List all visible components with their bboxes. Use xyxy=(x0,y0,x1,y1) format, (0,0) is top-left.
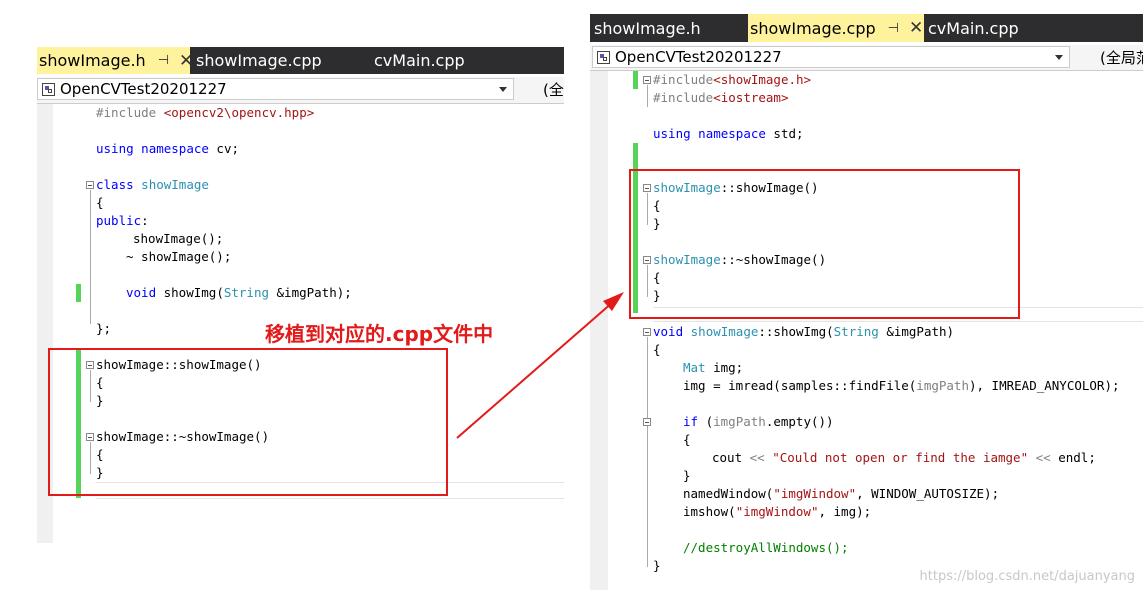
change-marker xyxy=(633,71,638,89)
tab-showimage-h[interactable]: showImage.h xyxy=(592,14,742,42)
watermark: https://blog.csdn.net/dajuanyang xyxy=(919,569,1135,584)
tab-label: showImage.cpp xyxy=(750,18,876,38)
fold-guide xyxy=(647,85,648,107)
current-line-highlight xyxy=(96,498,564,499)
collapse-icon[interactable] xyxy=(643,418,651,426)
right-navigation-bar: OpenCVTest20201227 (全局范 xyxy=(590,45,1143,71)
code-line: Mat img; xyxy=(683,360,744,375)
tab-label: showImage.h xyxy=(39,51,146,70)
close-icon[interactable]: ✕ xyxy=(179,51,193,71)
fold-guide xyxy=(90,190,91,324)
code-line: ~ showImage(); xyxy=(126,249,232,264)
collapse-icon[interactable] xyxy=(643,328,651,336)
project-dropdown-value: OpenCVTest20201227 xyxy=(60,80,227,98)
collapse-icon[interactable] xyxy=(643,76,651,84)
code-line: { xyxy=(653,342,661,357)
fold-guide xyxy=(647,337,648,567)
code-line: namedWindow("imgWindow", WINDOW_AUTOSIZE… xyxy=(683,486,1000,501)
left-highlight-box xyxy=(48,348,448,496)
current-line-highlight xyxy=(653,321,1143,322)
project-icon xyxy=(597,50,610,64)
code-line: #include<showImage.h> xyxy=(653,72,812,87)
code-line: #include<iostream> xyxy=(653,90,789,105)
code-line: void showImg(String &imgPath); xyxy=(126,285,352,300)
code-line: //destroyAllWindows(); xyxy=(683,540,849,555)
project-icon xyxy=(42,82,55,96)
tab-showimage-h[interactable]: showImage.h ⊣ ✕ xyxy=(37,47,193,74)
chevron-down-icon xyxy=(499,87,507,92)
code-line: { xyxy=(96,195,104,210)
code-line: class showImage xyxy=(96,177,209,192)
tab-showimage-cpp[interactable]: showImage.cpp xyxy=(194,47,364,74)
pin-icon[interactable]: ⊣ xyxy=(158,53,169,68)
tab-label: showImage.cpp xyxy=(196,51,322,70)
code-line: img = imread(samples::findFile(imgPath),… xyxy=(683,378,1120,393)
scope-dropdown[interactable]: (全 xyxy=(543,79,564,100)
code-line: }; xyxy=(96,321,112,336)
change-marker xyxy=(76,284,81,302)
right-code-area[interactable]: #include<showImage.h> #include<iostream>… xyxy=(590,71,1143,590)
chevron-down-icon xyxy=(1055,55,1063,60)
tab-label: cvMain.cpp xyxy=(374,51,465,70)
close-icon[interactable]: ✕ xyxy=(909,18,923,38)
tab-cvmain-cpp[interactable]: cvMain.cpp xyxy=(372,47,512,74)
code-line: using namespace std; xyxy=(653,126,804,141)
project-dropdown[interactable]: OpenCVTest20201227 xyxy=(592,46,1070,68)
project-dropdown[interactable]: OpenCVTest20201227 xyxy=(37,78,514,100)
tab-label: cvMain.cpp xyxy=(928,18,1019,38)
code-line: showImage(); xyxy=(133,231,224,246)
left-navigation-bar: OpenCVTest20201227 (全 xyxy=(37,77,564,104)
tab-showimage-cpp[interactable]: showImage.cpp ⊣ ✕ xyxy=(748,14,924,42)
tab-label: showImage.h xyxy=(594,18,701,38)
code-line: if (imgPath.empty()) xyxy=(683,414,834,429)
scope-dropdown[interactable]: (全局范 xyxy=(1100,47,1143,68)
code-line: #include <opencv2\opencv.hpp> xyxy=(96,105,315,120)
collapse-icon[interactable] xyxy=(86,181,94,189)
code-line: imshow("imgWindow", img); xyxy=(683,504,872,519)
tab-cvmain-cpp[interactable]: cvMain.cpp xyxy=(926,14,1070,42)
project-dropdown-value: OpenCVTest20201227 xyxy=(615,48,782,66)
right-highlight-box xyxy=(629,169,1020,319)
left-tab-bar: showImage.h ⊣ ✕ showImage.cpp cvMain.cpp xyxy=(37,47,564,74)
annotation-label: 移植到对应的.cpp文件中 xyxy=(265,322,494,346)
code-line: using namespace cv; xyxy=(96,141,240,156)
pin-icon[interactable]: ⊣ xyxy=(888,21,899,36)
code-line: cout << "Could not open or find the iamg… xyxy=(712,450,1096,465)
code-line: } xyxy=(653,558,661,573)
code-line: void showImage::showImg(String &imgPath) xyxy=(653,324,955,339)
right-tab-bar: showImage.h showImage.cpp ⊣ ✕ cvMain.cpp xyxy=(590,14,1143,42)
code-line: } xyxy=(683,468,691,483)
code-line: { xyxy=(683,432,691,447)
code-line: public: xyxy=(96,213,149,228)
